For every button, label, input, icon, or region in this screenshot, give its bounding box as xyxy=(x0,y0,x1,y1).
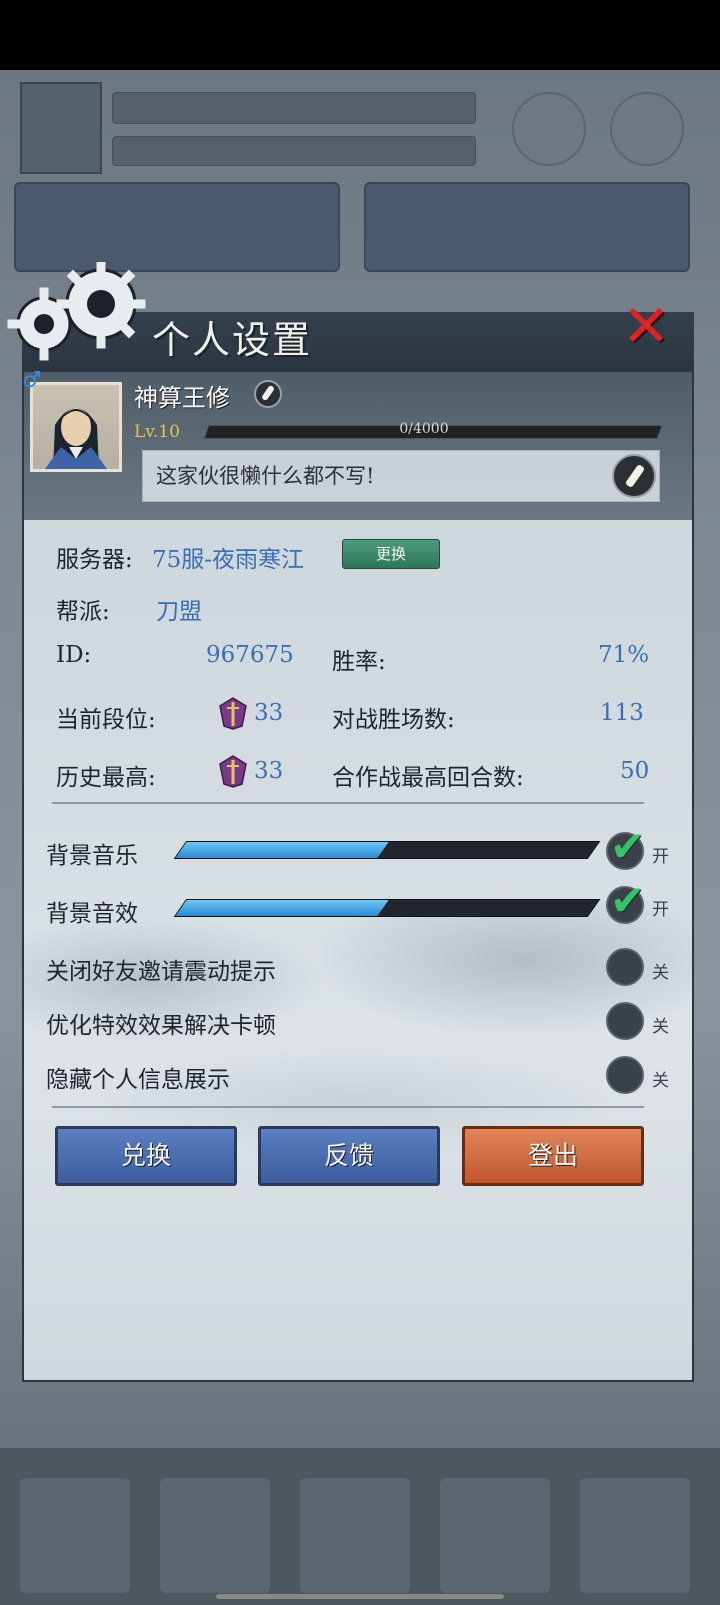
home-indicator xyxy=(216,1594,504,1599)
redeem-button[interactable]: 兑换 xyxy=(55,1126,237,1186)
player-level: Lv.10 xyxy=(134,422,180,442)
hide-info-label: 隐藏个人信息展示 xyxy=(46,1067,230,1093)
avatar[interactable] xyxy=(30,382,122,472)
coop-value: 50 xyxy=(620,758,650,784)
optimize-effects-toggle[interactable] xyxy=(606,1002,644,1040)
sfx-check-icon: ✔ xyxy=(610,876,646,925)
background-bottom-nav xyxy=(0,1448,720,1605)
feedback-button[interactable]: 反馈 xyxy=(258,1126,440,1186)
edit-name-icon[interactable] xyxy=(254,380,282,408)
exp-text: 0/4000 xyxy=(399,421,449,437)
guild-value[interactable]: 刀盟 xyxy=(156,592,202,626)
bgm-slider-fill xyxy=(175,842,389,858)
wins-value: 113 xyxy=(600,700,644,726)
rank-value: 33 xyxy=(254,700,284,726)
divider xyxy=(52,802,644,804)
logout-button[interactable]: 登出 xyxy=(462,1126,644,1186)
rank-badge-icon xyxy=(219,697,247,730)
edit-signature-icon[interactable] xyxy=(612,454,656,498)
coop-label: 合作战最高回合数: xyxy=(332,765,524,791)
server-value: 75服-夜雨寒江 xyxy=(152,547,305,573)
sfx-slider-fill xyxy=(175,900,389,916)
background-icon xyxy=(512,92,586,166)
winrate-value: 71% xyxy=(598,642,650,668)
friend-vibration-toggle[interactable] xyxy=(606,948,644,986)
id-value: 967675 xyxy=(206,642,294,668)
rank-label: 当前段位: xyxy=(56,707,156,733)
player-name: 神算王修 xyxy=(134,384,230,412)
panel-title: 个人设置 xyxy=(152,318,313,362)
sfx-slider[interactable] xyxy=(173,899,601,917)
bgm-state-label: 开 xyxy=(652,847,669,867)
background-nav-slot xyxy=(580,1478,690,1593)
gear-icon xyxy=(7,262,146,361)
divider xyxy=(52,1106,644,1108)
background-name-bar xyxy=(112,92,476,124)
background-nav-slot xyxy=(20,1478,130,1593)
background-nav-slot xyxy=(160,1478,270,1593)
wins-label: 对战胜场数: xyxy=(332,707,455,733)
sfx-state-label: 开 xyxy=(652,900,669,920)
male-gender-icon: ♂ xyxy=(22,368,42,393)
sfx-label: 背景音效 xyxy=(46,901,138,927)
background-resource-bar xyxy=(112,136,476,166)
optimize-effects-state: 关 xyxy=(652,1017,669,1037)
hide-info-state: 关 xyxy=(652,1071,669,1091)
background-avatar xyxy=(20,82,102,174)
friend-vibration-label: 关闭好友邀请震动提示 xyxy=(46,959,276,985)
bgm-slider[interactable] xyxy=(173,841,601,859)
best-rank-badge-icon xyxy=(219,755,247,788)
background-card xyxy=(364,182,690,272)
optimize-effects-label: 优化特效效果解决卡顿 xyxy=(46,1013,276,1039)
best-rank-label: 历史最高: xyxy=(56,765,156,791)
change-server-button[interactable]: 更换 xyxy=(342,539,440,569)
bgm-label: 背景音乐 xyxy=(46,843,138,869)
server-label: 服务器: xyxy=(56,547,133,573)
winrate-label: 胜率: xyxy=(332,649,386,675)
background-nav-slot xyxy=(300,1478,410,1593)
bgm-check-icon: ✔ xyxy=(610,822,646,871)
friend-vibration-state: 关 xyxy=(652,963,669,983)
background-card xyxy=(14,182,340,272)
guild-label: 帮派: xyxy=(56,599,110,625)
background-icon xyxy=(610,92,684,166)
hide-info-toggle[interactable] xyxy=(606,1056,644,1094)
character-portrait-icon xyxy=(45,408,107,469)
close-button[interactable]: ✕ xyxy=(618,297,674,355)
signature-text: 这家伙很懒什么都不写! xyxy=(156,464,375,488)
id-label: ID: xyxy=(56,642,92,668)
background-nav-slot xyxy=(440,1478,550,1593)
best-rank-value: 33 xyxy=(254,758,284,784)
